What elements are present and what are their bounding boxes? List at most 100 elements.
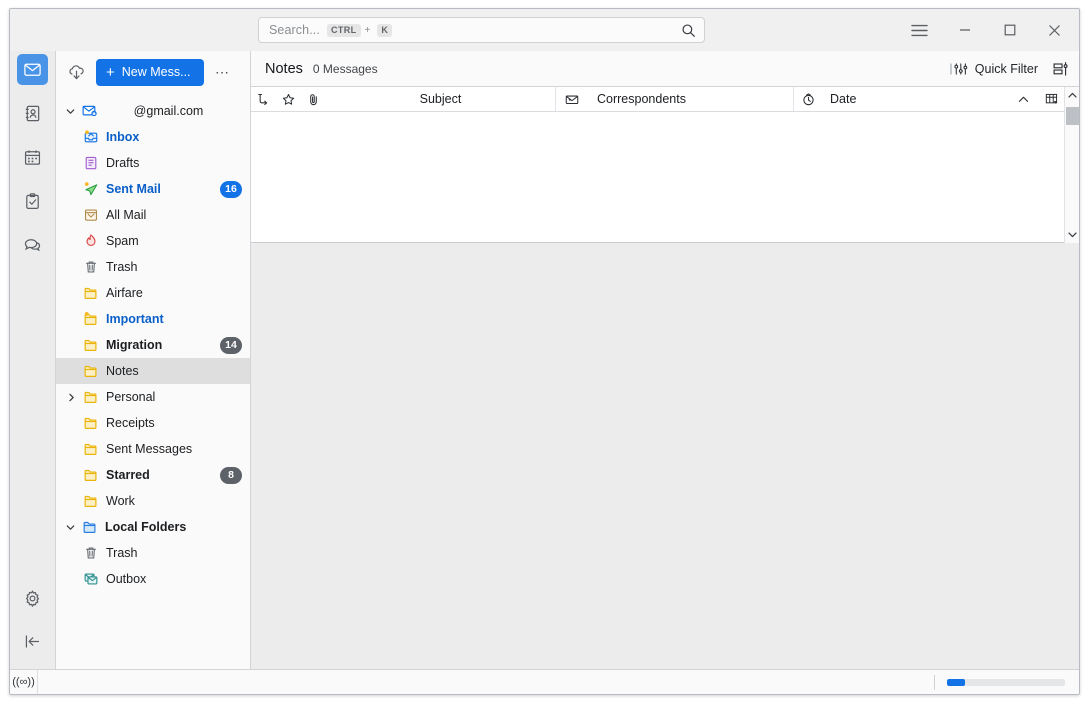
close-button[interactable] <box>1032 10 1077 50</box>
folder-pane: + New Mess... ⋯ <box>56 51 251 669</box>
connection-status-icon[interactable]: ((∞)) <box>10 670 38 694</box>
folder-row-notes[interactable]: Notes <box>56 358 250 384</box>
progress-bar <box>947 679 1065 686</box>
folder-pane-toolbar: + New Mess... ⋯ <box>56 51 250 93</box>
folder-badge: 8 <box>220 467 242 484</box>
folder-row-local-trash[interactable]: Trash <box>56 540 250 566</box>
get-messages-icon[interactable] <box>67 63 86 82</box>
important-icon <box>80 311 101 327</box>
folder-icon <box>80 493 101 509</box>
folder-label: All Mail <box>106 208 146 222</box>
folder-pane-options-button[interactable]: ⋯ <box>213 61 233 83</box>
account-mail-icon <box>79 103 100 119</box>
search-icon <box>681 23 696 38</box>
folder-row-airfare[interactable]: Airfare <box>56 280 250 306</box>
star-icon <box>282 93 295 106</box>
folder-row-outbox[interactable]: Outbox <box>56 566 250 592</box>
window-body: + New Mess... ⋯ <box>10 51 1079 669</box>
search-input[interactable]: Search... CTRL + K <box>258 17 705 43</box>
scroll-down-icon[interactable] <box>1067 228 1078 241</box>
search-kbd-plus: + <box>365 25 371 36</box>
thread-pane-header: Notes 0 Messages Quick Filter <box>251 51 1079 87</box>
maximize-button[interactable] <box>987 10 1032 50</box>
scroll-up-icon[interactable] <box>1067 89 1078 102</box>
folder-row-important[interactable]: Important <box>56 306 250 332</box>
inbox-icon <box>80 129 101 145</box>
folder-badge: 16 <box>220 181 242 198</box>
folder-icon <box>80 389 101 405</box>
col-attachment[interactable] <box>301 87 326 111</box>
new-message-button[interactable]: + New Mess... <box>96 59 204 86</box>
filter-icon <box>949 62 969 76</box>
account-row-gmail[interactable]: @gmail.com <box>56 98 250 124</box>
settings-icon[interactable] <box>17 583 48 614</box>
thread-pane: Subject Correspondents <box>251 87 1064 243</box>
app-menu-button[interactable] <box>897 10 942 50</box>
spaces-toolbar-bottom <box>17 583 48 669</box>
folder-badge: 14 <box>220 337 242 354</box>
folder-row-drafts[interactable]: Drafts <box>56 150 250 176</box>
thread-column-header: Subject Correspondents <box>251 87 1064 112</box>
minimize-button[interactable] <box>942 10 987 50</box>
col-correspondents[interactable]: Correspondents <box>556 87 794 111</box>
folder-row-sent-mail[interactable]: Sent Mail 16 <box>56 176 250 202</box>
tasks-icon[interactable] <box>17 186 48 217</box>
folder-row-all-mail[interactable]: All Mail <box>56 202 250 228</box>
chevron-down-icon[interactable] <box>62 106 79 117</box>
folder-icon <box>80 337 101 353</box>
folder-label: Personal <box>106 390 155 404</box>
folder-label: Sent Mail <box>106 182 161 196</box>
folder-label: Drafts <box>106 156 139 170</box>
col-thread[interactable] <box>251 87 276 111</box>
folder-label: Migration <box>106 338 162 352</box>
folder-row-receipts[interactable]: Receipts <box>56 410 250 436</box>
scrollbar-thumb[interactable] <box>1066 107 1079 125</box>
chevron-right-icon[interactable] <box>63 392 80 403</box>
folder-label: Notes <box>106 364 139 378</box>
folder-label: Trash <box>106 546 138 560</box>
folder-row-spam[interactable]: Spam <box>56 228 250 254</box>
folder-row-personal[interactable]: Personal <box>56 384 250 410</box>
col-subject[interactable]: Subject <box>326 87 556 111</box>
thread-pane-wrap: Subject Correspondents <box>251 87 1079 243</box>
address-book-icon[interactable] <box>17 98 48 129</box>
sort-ascending-icon[interactable] <box>1017 93 1030 106</box>
folder-icon <box>80 467 101 483</box>
allmail-icon <box>80 207 101 223</box>
window-controls <box>897 9 1079 51</box>
mail-icon[interactable] <box>17 54 48 85</box>
spaces-toolbar <box>10 51 56 669</box>
message-count: 0 Messages <box>313 62 378 76</box>
folder-row-inbox[interactable]: Inbox <box>56 124 250 150</box>
folder-row-trash[interactable]: Trash <box>56 254 250 280</box>
page-title: Notes <box>265 61 303 77</box>
folder-icon <box>80 285 101 301</box>
folder-row-migration[interactable]: Migration 14 <box>56 332 250 358</box>
scrollbar-track[interactable] <box>1065 102 1079 228</box>
paperclip-icon <box>307 93 320 106</box>
column-picker-icon[interactable] <box>1045 92 1059 106</box>
quick-filter-button[interactable]: Quick Filter <box>942 58 1045 80</box>
message-preview-pane <box>251 243 1079 669</box>
quick-filter-label: Quick Filter <box>975 62 1038 76</box>
folder-row-sent-messages[interactable]: Sent Messages <box>56 436 250 462</box>
folder-label: Starred <box>106 468 150 482</box>
message-rows-empty[interactable] <box>251 112 1064 242</box>
thread-pane-scrollbar[interactable] <box>1064 87 1079 243</box>
folder-row-work[interactable]: Work <box>56 488 250 514</box>
sent-icon <box>80 181 101 197</box>
new-message-label: New Mess... <box>122 65 191 79</box>
main-content: Notes 0 Messages Quick Filter <box>251 51 1079 669</box>
folder-label: Work <box>106 494 135 508</box>
folder-row-starred[interactable]: Starred 8 <box>56 462 250 488</box>
progress-bar-fill <box>947 679 965 686</box>
folder-label: Important <box>106 312 164 326</box>
calendar-icon[interactable] <box>17 142 48 173</box>
col-date[interactable]: Date <box>794 87 1064 111</box>
display-options-button[interactable] <box>1047 56 1073 82</box>
account-row-local-folders[interactable]: Local Folders <box>56 514 250 540</box>
chevron-down-icon[interactable] <box>62 522 79 533</box>
collapse-icon[interactable] <box>17 626 48 657</box>
col-starred[interactable] <box>276 87 301 111</box>
chat-icon[interactable] <box>17 230 48 261</box>
